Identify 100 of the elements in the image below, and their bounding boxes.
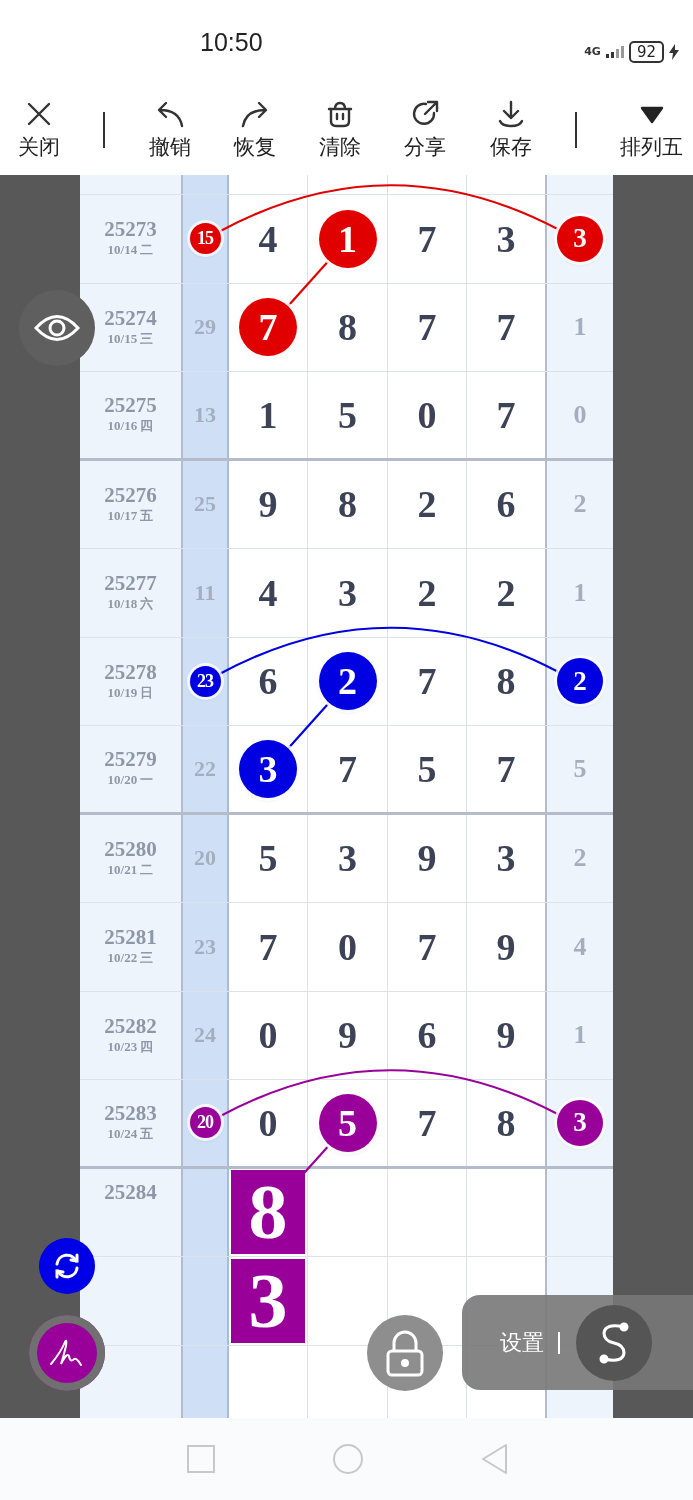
digit: 7 [417,305,437,350]
issue-number: 25280 [104,837,157,861]
span-value: 4 [573,931,587,962]
span-value: 2 [573,843,587,874]
issue-number: 25284 [104,1180,157,1204]
issue-number: 25279 [104,748,157,772]
span-ball: 3 [557,215,603,262]
status-time: 10:50 [200,28,263,57]
digit: 8 [496,1100,516,1145]
number-tile: 8 [231,1170,305,1255]
digit: 7 [496,392,516,437]
eye-icon [34,313,80,343]
digit: 9 [338,1013,357,1058]
span-value: 5 [573,753,587,784]
sum-ball: 20 [189,1107,221,1139]
digit: 7 [496,305,516,350]
share-button[interactable]: 分享 [404,99,447,161]
issue-number: 25274 [104,306,157,330]
digit: 3 [496,216,516,261]
redo-icon [239,99,270,129]
span-value: 1 [573,1020,587,1051]
issue-number: 25283 [104,1102,157,1126]
digit: 0 [258,1100,278,1145]
number-ball: 7 [239,298,297,357]
digit: 8 [496,659,516,704]
digit: 0 [258,1013,278,1058]
digit: 3 [338,836,357,881]
battery-level: 92 [628,40,664,63]
dropdown-button[interactable]: 排列五 [620,99,683,161]
digit: 5 [258,836,278,881]
digit: 2 [496,570,516,615]
digit: 6 [496,482,516,527]
draw-date: 10/15 三 [107,329,154,348]
signature-icon [49,1338,85,1368]
digit: 7 [417,216,437,261]
path-icon [599,1320,629,1365]
digit: 7 [258,924,278,969]
digit: 7 [338,746,357,791]
draw-date: 10/17 五 [107,506,154,525]
issue-number: 25282 [104,1014,157,1038]
draw-date: 10/18 六 [107,595,154,614]
save-button[interactable]: 保存 [489,99,532,161]
connector-line [302,1145,329,1175]
redo-button[interactable]: 恢复 [233,99,276,161]
span-ball: 2 [557,658,603,705]
settings-button[interactable]: 设置 [500,1327,544,1358]
digit: 3 [338,570,357,615]
charging-icon [669,43,679,60]
digit: 2 [417,482,437,527]
number-ball: 1 [318,209,377,268]
digit: 7 [496,746,516,791]
span-value: 2 [573,489,587,520]
span-value: 1 [573,312,587,343]
draw-date: 10/20 一 [107,771,154,790]
digit: 4 [258,216,278,261]
issue-number: 25273 [104,218,157,242]
draw-date: 10/23 四 [107,1037,154,1056]
digit: 9 [258,482,278,527]
digit: 1 [258,392,278,437]
digit: 6 [258,659,278,704]
issue-number: 25277 [104,572,157,596]
draw-date: 10/22 三 [107,949,154,968]
issue-number: 25276 [104,483,157,507]
digit: 5 [417,746,437,791]
connector-line [287,703,329,749]
draw-date: 10/24 五 [107,1125,154,1144]
issue-number: 25275 [104,394,157,418]
number-ball: 5 [318,1093,377,1152]
span-value: 0 [573,399,587,430]
digit: 9 [496,1013,516,1058]
digit: 7 [417,659,437,704]
undo-button[interactable]: 撤销 [148,99,191,161]
digit: 8 [338,305,357,350]
digit: 9 [417,836,437,881]
draw-date: 10/19 日 [107,683,154,702]
digit: 6 [417,1013,437,1058]
draw-date: 10/16 四 [107,417,154,436]
digit: 7 [417,924,437,969]
lock-icon [385,1329,425,1377]
digit: 0 [417,392,437,437]
draw-date: 10/14 二 [107,241,154,260]
issue-number: 25278 [104,660,157,684]
digit: 2 [417,570,437,615]
digit: 8 [338,482,357,527]
connector-line [287,260,329,307]
span-value: 1 [573,577,587,608]
number-tile: 3 [231,1258,305,1343]
signal-icon [605,45,624,58]
network-label: 4G [584,45,601,58]
digit: 5 [338,392,357,437]
clear-icon [325,99,355,129]
issue-number: 25281 [104,926,157,950]
sum-ball: 23 [189,665,221,697]
close-button[interactable]: 关闭 [18,99,60,161]
digit: 0 [338,924,357,969]
number-ball: 2 [318,652,377,711]
draw-date: 10/21 二 [107,860,154,879]
number-ball: 3 [239,739,297,798]
clear-button[interactable]: 清除 [319,99,361,161]
sum-ball: 15 [189,223,221,255]
